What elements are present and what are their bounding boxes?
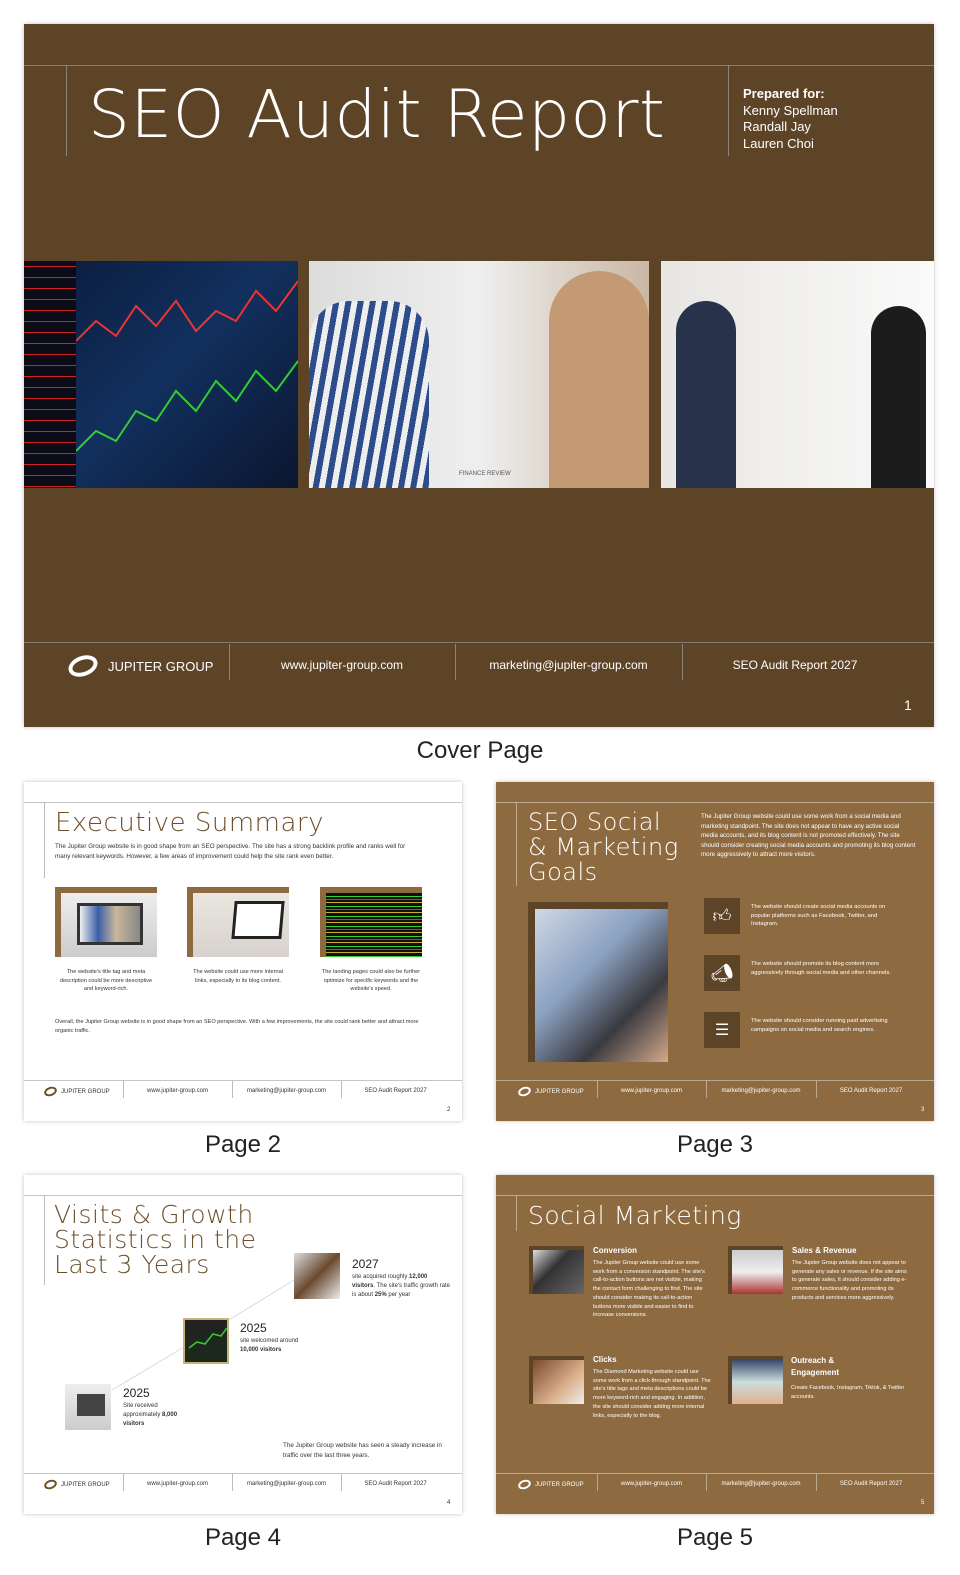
page-number: 2 (447, 1107, 451, 1113)
meeting-whiteboard-photo: FINANCE REVIEW (309, 261, 649, 488)
page-number: 1 (904, 697, 912, 713)
laptop-desk-photo (65, 1384, 111, 1430)
conversion-photo (529, 1246, 584, 1294)
footer-divider (24, 642, 934, 643)
couple-laptop-photo (294, 1253, 340, 1299)
caption-page-5: Page 5 (676, 1524, 754, 1551)
jupiter-logo-icon (42, 1085, 59, 1098)
item-text: Create Facebook, Instagram, Tiktok, & Tw… (791, 1385, 905, 1400)
milestone-text: site acquired roughly 12,000 visitors. T… (352, 1274, 450, 1298)
divider (24, 65, 934, 66)
code-photo (320, 887, 422, 957)
tablet-photo (528, 902, 668, 1062)
outro-text: Overall, the Jupiter Group website is in… (55, 1019, 419, 1034)
item-text: The landing pages could also be further … (321, 969, 421, 993)
brand-name: JUPITER GROUP (535, 1481, 584, 1488)
milestone-year: 2025 (123, 1386, 150, 1400)
email-link[interactable]: marketing@jupiter-group.com (232, 1088, 341, 1094)
recipient: Lauren Choi (743, 135, 814, 151)
item-heading: Clicks (593, 1355, 617, 1364)
page-number: 5 (921, 1500, 925, 1506)
phone-engagement-photo (728, 1356, 783, 1404)
item-heading: Sales & Revenue (792, 1246, 857, 1255)
page-title: SEO Social & Marketing Goals (528, 808, 679, 886)
brand-name: JUPITER GROUP (61, 1088, 110, 1095)
email-link[interactable]: marketing@jupiter-group.com (455, 658, 682, 672)
divider (66, 65, 67, 156)
milestone-year: 2025 (240, 1321, 267, 1335)
tablet-chart-photo (183, 1318, 229, 1364)
website-link[interactable]: www.jupiter-group.com (123, 1088, 232, 1094)
report-name: SEO Audit Report 2027 (839, 1481, 903, 1487)
page-4[interactable]: Visits & Growth Statistics in the Last 3… (24, 1175, 462, 1514)
email-link[interactable]: marketing@jupiter-group.com (706, 1088, 816, 1094)
thumbs-up-icon: 👍︎ (704, 898, 740, 934)
intro-text: The Jupiter Group website is in good sha… (55, 843, 406, 860)
email-link[interactable]: marketing@jupiter-group.com (706, 1481, 816, 1487)
goal-text: The website should consider running paid… (751, 1018, 888, 1033)
jupiter-logo-icon (516, 1478, 533, 1491)
jupiter-logo-icon (516, 1085, 533, 1098)
item-text: The website could use more internal link… (193, 969, 283, 984)
recipient: Randall Jay (743, 119, 811, 134)
prepared-for-label: Prepared for: (743, 86, 825, 101)
jupiter-logo-icon (65, 651, 101, 681)
item-heading: Outreach & Engagement (791, 1356, 840, 1377)
page-title: Social Marketing (528, 1201, 742, 1230)
brand-name: JUPITER GROUP (108, 658, 214, 674)
goal-text: The website should create social media a… (751, 904, 886, 928)
email-link[interactable]: marketing@jupiter-group.com (232, 1481, 341, 1487)
caption-page-2: Page 2 (204, 1131, 282, 1158)
page-5[interactable]: Social Marketing Conversion The Jupiter … (496, 1175, 934, 1514)
brand-name: JUPITER GROUP (61, 1481, 110, 1488)
item-text: The Jupiter Group website could use some… (593, 1260, 705, 1319)
item-text: The website's title tag and meta descrip… (59, 969, 153, 993)
caption-page-4: Page 4 (204, 1524, 282, 1551)
monitor-photo (55, 887, 157, 957)
page-title: Executive Summary (55, 808, 324, 838)
item-text: The Diamond Marketing website could use … (593, 1369, 711, 1419)
item-heading: Conversion (593, 1246, 638, 1255)
cover-page: SEO Audit Report Prepared for: Kenny Spe… (24, 24, 934, 727)
website-link[interactable]: www.jupiter-group.com (123, 1481, 232, 1487)
report-name: SEO Audit Report 2027 (839, 1088, 903, 1094)
sales-meeting-photo (728, 1246, 783, 1294)
item-text: The Jupiter Group website does not appea… (792, 1260, 907, 1301)
report-name: SEO Audit Report 2027 (364, 1088, 427, 1094)
cover-title: SEO Audit Report (88, 76, 666, 153)
brand-logo: JUPITER GROUP (65, 651, 214, 681)
milestone-year: 2027 (352, 1257, 379, 1271)
coins-icon: ☰ (704, 1012, 740, 1048)
website-link[interactable]: www.jupiter-group.com (597, 1088, 706, 1094)
divider (728, 65, 729, 156)
megaphone-icon: 📣︎ (704, 955, 740, 991)
milestone-text: site welcomed around 10,000 visitors (240, 1338, 299, 1353)
website-link[interactable]: www.jupiter-group.com (597, 1481, 706, 1487)
summary-text: The Jupiter Group website has seen a ste… (283, 1442, 442, 1459)
report-name: SEO Audit Report 2027 (732, 658, 858, 672)
laptop-photo (187, 887, 289, 957)
intro-text: The Jupiter Group website could use some… (701, 813, 916, 859)
stock-chart-photo (24, 261, 298, 488)
website-link[interactable]: www.jupiter-group.com (229, 658, 455, 672)
report-name: SEO Audit Report 2027 (364, 1481, 427, 1487)
brand-name: JUPITER GROUP (535, 1088, 584, 1095)
page-number: 3 (921, 1107, 925, 1113)
mouse-click-photo (529, 1356, 584, 1404)
milestone-text: Site received approximately 8,000 visito… (123, 1403, 178, 1427)
photo-caption: FINANCE REVIEW (459, 471, 511, 477)
goal-text: The website should promote its blog cont… (751, 961, 891, 976)
page-2[interactable]: Executive Summary The Jupiter Group webs… (24, 782, 462, 1121)
page-number: 4 (447, 1500, 451, 1506)
page-3[interactable]: SEO Social & Marketing Goals The Jupiter… (496, 782, 934, 1121)
caption-page-3: Page 3 (676, 1131, 754, 1158)
whiteboard-discussion-photo (661, 261, 934, 488)
caption-cover: Cover Page (416, 737, 544, 764)
recipient: Kenny Spellman (743, 102, 838, 118)
